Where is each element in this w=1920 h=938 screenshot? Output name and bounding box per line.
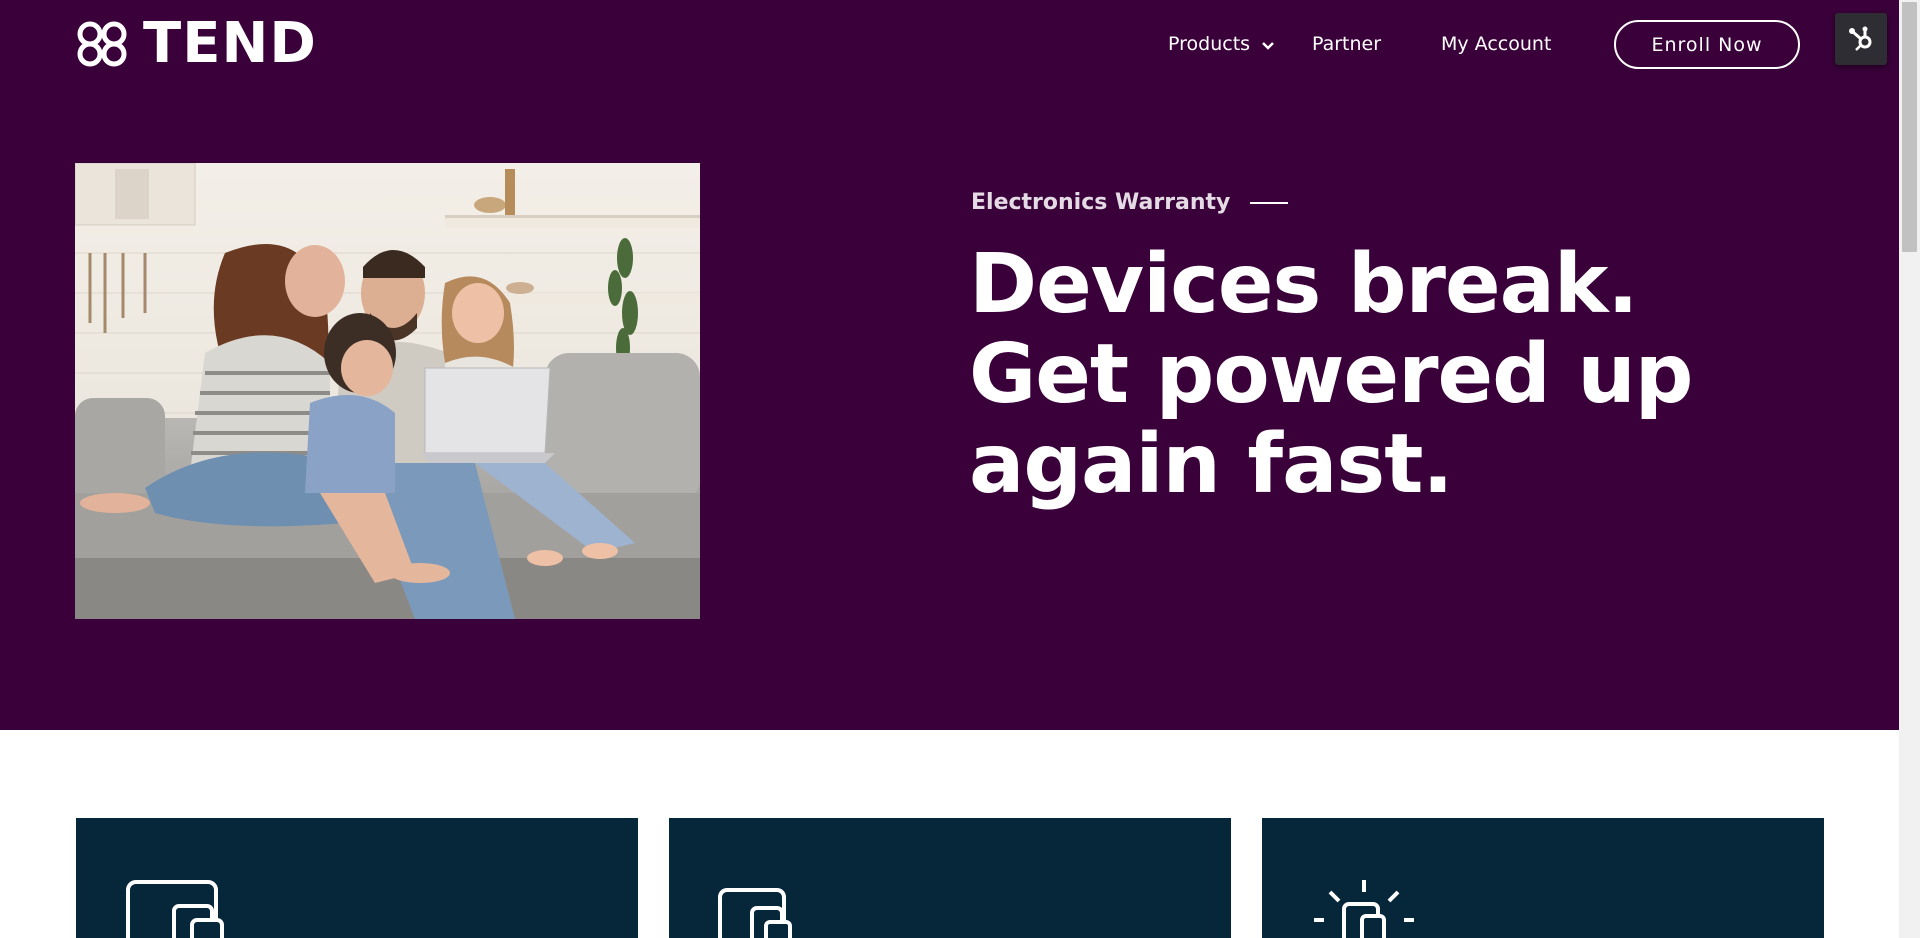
infinity-clover-icon bbox=[77, 21, 127, 67]
nav-item-label: Partner bbox=[1312, 33, 1382, 55]
eyebrow: Electronics Warranty bbox=[971, 190, 1289, 215]
enroll-now-button[interactable]: Enroll Now bbox=[1614, 20, 1800, 69]
devices-icon bbox=[718, 888, 792, 938]
nav-item-partner[interactable]: Partner bbox=[1312, 22, 1381, 66]
devices-icon bbox=[126, 880, 224, 938]
feature-card bbox=[1262, 818, 1824, 938]
scrollbar-thumb[interactable] bbox=[1902, 2, 1917, 252]
chevron-down-icon bbox=[1262, 42, 1274, 50]
feature-card bbox=[76, 818, 638, 938]
eyebrow-divider bbox=[1250, 201, 1289, 204]
headline-line: Get powered up bbox=[969, 327, 1693, 422]
feature-card bbox=[669, 818, 1231, 938]
enroll-now-label: Enroll Now bbox=[1651, 33, 1763, 56]
nav-item-my-account[interactable]: My Account bbox=[1441, 22, 1551, 66]
nav-item-products[interactable]: Products bbox=[1168, 22, 1276, 66]
logo-text: TEND bbox=[143, 11, 317, 76]
headline-line: Devices break. bbox=[969, 237, 1639, 332]
nav-item-label: My Account bbox=[1441, 33, 1552, 55]
hero-section: TEND Products Partner My Account Enroll … bbox=[0, 0, 1899, 730]
hubspot-widget-button[interactable] bbox=[1835, 13, 1887, 65]
family-on-couch-with-laptop-photo bbox=[75, 163, 700, 619]
hubspot-sprocket-icon bbox=[1849, 26, 1872, 51]
logo[interactable]: TEND bbox=[75, 11, 317, 76]
hero-headline: Devices break. Get powered up again fast… bbox=[969, 240, 1769, 510]
nav-item-label: Products bbox=[1168, 33, 1251, 55]
devices-sparkle-icon bbox=[1314, 880, 1414, 938]
headline-line: again fast. bbox=[969, 417, 1454, 512]
page-scrollbar[interactable] bbox=[1899, 0, 1920, 938]
eyebrow-label: Electronics Warranty bbox=[971, 190, 1231, 215]
